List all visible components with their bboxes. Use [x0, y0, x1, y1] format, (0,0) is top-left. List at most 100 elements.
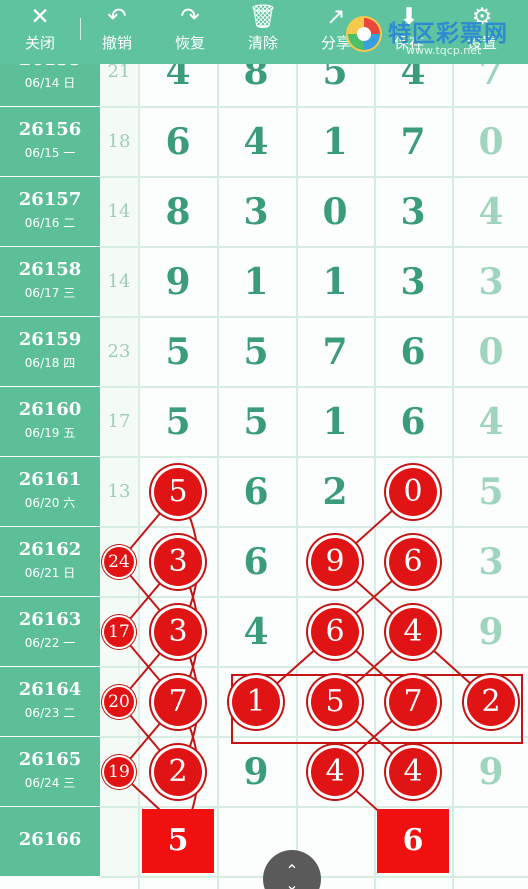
- issue-cell: 26159 06/18 四: [0, 317, 100, 387]
- issue-date: 06/17 三: [24, 286, 76, 300]
- issue-cell: 26157 06/16 二: [0, 177, 100, 247]
- grid-line: [100, 596, 528, 598]
- grid-line: [100, 806, 528, 808]
- table-row: 26165 06/24 三 19 2 9 4 4 9: [0, 737, 528, 807]
- digit-ball[interactable]: 9: [311, 538, 359, 586]
- sum-cell: 18: [100, 107, 138, 177]
- digit-ball[interactable]: 2: [154, 748, 202, 796]
- table-row: 26157 06/16 二 14 8 3 0 3 4: [0, 177, 528, 247]
- digit-cell: 4: [478, 401, 504, 443]
- sum-cell: [100, 807, 138, 877]
- issue-number: 26163: [18, 609, 82, 630]
- digit-cell: 3: [478, 541, 504, 583]
- sum-cell: 17: [100, 387, 138, 457]
- digit-cell: 1: [322, 401, 348, 443]
- brand-logo-icon: [346, 16, 382, 52]
- toolbar-label: 清除: [247, 34, 278, 52]
- issue-number: 26156: [18, 119, 82, 140]
- issue-date: 06/24 三: [24, 776, 76, 790]
- table-row: 26161 06/20 六 13 5 6 2 0 5: [0, 457, 528, 527]
- undo-button[interactable]: ↶ 撤销: [87, 0, 147, 64]
- issue-cell: 26162 06/21 日: [0, 527, 100, 597]
- draw-table: 2615506/14 日21485472615606/15 一186417026…: [0, 37, 528, 889]
- digit-cell: 1: [322, 261, 348, 303]
- sum-ball[interactable]: 19: [104, 757, 134, 787]
- digit-cell: 9: [478, 611, 504, 653]
- digit-cell: 8: [165, 191, 191, 233]
- sum-ball[interactable]: 17: [104, 617, 134, 647]
- digit-cell: 6: [243, 471, 269, 513]
- sum-cell: 13: [100, 457, 138, 527]
- digit-cell: 4: [243, 121, 269, 163]
- chevron-down-icon: ⌄: [285, 875, 299, 889]
- digit-cell: 3: [400, 191, 426, 233]
- digit-ball[interactable]: 5: [311, 678, 359, 726]
- digit-ball[interactable]: 5: [154, 468, 202, 516]
- sum-cell: 23: [100, 317, 138, 387]
- redo-button[interactable]: ↷ 恢复: [160, 0, 220, 64]
- predicted-digit[interactable]: 6: [377, 809, 449, 873]
- undo-icon: ↶: [107, 4, 127, 30]
- grid-line: [100, 386, 528, 388]
- digit-cell: 5: [243, 401, 269, 443]
- digit-cell: 1: [322, 121, 348, 163]
- digit-cell: 1: [243, 261, 269, 303]
- trash-icon: 🗑: [248, 4, 278, 30]
- digit-ball[interactable]: 2: [467, 678, 515, 726]
- redo-icon: ↷: [180, 4, 200, 30]
- table-row: 26162 06/21 日 24 3 6 9 6 3: [0, 527, 528, 597]
- issue-number: 26166: [18, 829, 82, 850]
- close-icon: ✕: [30, 4, 50, 30]
- issue-number: 26159: [18, 329, 82, 350]
- digit-cell: 3: [478, 261, 504, 303]
- digit-ball[interactable]: 1: [232, 678, 280, 726]
- sum-ball[interactable]: 24: [104, 547, 134, 577]
- issue-date: 06/15 一: [24, 146, 76, 160]
- sum-cell: 14: [100, 177, 138, 247]
- digit-cell: 0: [478, 331, 504, 373]
- digit-cell: 4: [478, 191, 504, 233]
- issue-cell: 26165 06/24 三: [0, 737, 100, 807]
- digit-cell: 2: [322, 471, 348, 513]
- digit-ball[interactable]: 7: [389, 678, 437, 726]
- digit-cell: 6: [165, 121, 191, 163]
- brand-url: www.tqcp.net: [406, 44, 482, 57]
- issue-cell: 26164 06/23 二: [0, 667, 100, 737]
- digit-cell: 9: [165, 261, 191, 303]
- digit-cell: 6: [400, 331, 426, 373]
- issue-number: 26157: [18, 189, 82, 210]
- predicted-digit[interactable]: 5: [142, 809, 214, 873]
- digit-ball[interactable]: 7: [154, 678, 202, 726]
- issue-number: 26165: [18, 749, 82, 770]
- issue-cell: 26161 06/20 六: [0, 457, 100, 527]
- toolbar-label: 恢复: [174, 34, 205, 52]
- sum-cell: 14: [100, 247, 138, 317]
- trash-button[interactable]: 🗑 清除: [233, 0, 293, 64]
- digit-cell: 4: [243, 611, 269, 653]
- issue-number: 26158: [18, 259, 82, 280]
- issue-date: 06/22 一: [24, 636, 76, 650]
- digit-ball[interactable]: 4: [389, 748, 437, 796]
- digit-ball[interactable]: 4: [311, 748, 359, 796]
- grid-line: [452, 37, 454, 889]
- sum-ball[interactable]: 20: [104, 687, 134, 717]
- toolbar-label: 关闭: [24, 34, 55, 52]
- digit-cell: 5: [165, 401, 191, 443]
- digit-cell: 3: [243, 191, 269, 233]
- digit-cell: 9: [478, 751, 504, 793]
- table-row: 26163 06/22 一 17 3 4 6 4 9: [0, 597, 528, 667]
- brand-watermark: 特区彩票网 www.tqcp.net: [344, 12, 528, 64]
- digit-ball[interactable]: 3: [154, 538, 202, 586]
- digit-cell: 5: [165, 331, 191, 373]
- issue-cell: 26156 06/15 一: [0, 107, 100, 177]
- digit-ball[interactable]: 0: [389, 468, 437, 516]
- grid-line: [100, 316, 528, 318]
- issue-date: 06/18 四: [24, 356, 76, 370]
- digit-ball[interactable]: 4: [389, 608, 437, 656]
- digit-ball[interactable]: 6: [311, 608, 359, 656]
- digit-ball[interactable]: 6: [389, 538, 437, 586]
- issue-date: 06/16 二: [24, 216, 76, 230]
- grid-line: [100, 176, 528, 178]
- digit-ball[interactable]: 3: [154, 608, 202, 656]
- close-button[interactable]: ✕ 关闭: [10, 0, 70, 64]
